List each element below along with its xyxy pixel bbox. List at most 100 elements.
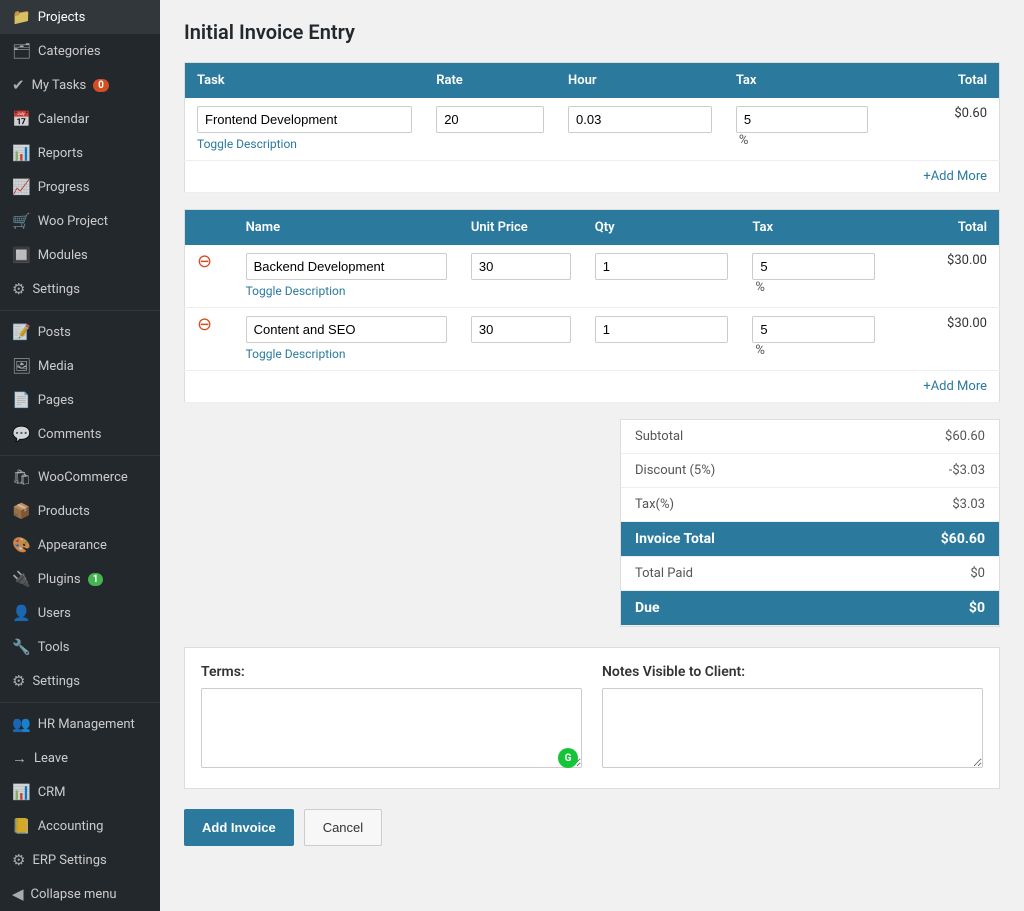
task-hour-input[interactable] <box>568 106 712 133</box>
task-tax-input[interactable] <box>736 106 868 133</box>
task-name-input[interactable] <box>197 106 412 133</box>
task-add-more-row: +Add More <box>185 161 1000 193</box>
product-name-input-2[interactable] <box>246 316 447 343</box>
sidebar-item-my-tasks[interactable]: ✔ My Tasks 0 <box>0 68 160 102</box>
qty-col-header: Qty <box>583 210 741 246</box>
sidebar-item-progress[interactable]: 📈 Progress <box>0 170 160 204</box>
sidebar-item-woo-project[interactable]: 🛒 Woo Project <box>0 204 160 238</box>
sidebar-item-label: Pages <box>38 393 74 408</box>
task-toggle-description[interactable]: Toggle Description <box>197 137 297 151</box>
notes-col: Notes Visible to Client: <box>602 664 983 772</box>
pages-icon: 📄 <box>12 391 31 409</box>
sidebar-item-label: Reports <box>38 146 83 161</box>
sidebar-item-categories[interactable]: 🗂 Categories <box>0 34 160 68</box>
sidebar-item-settings2[interactable]: ⚙ Settings <box>0 664 160 698</box>
calendar-icon: 📅 <box>12 110 31 128</box>
tools-icon: 🔧 <box>12 638 31 656</box>
appearance-icon: 🎨 <box>12 536 31 554</box>
task-tax-pct: % <box>739 133 749 148</box>
sidebar-item-plugins[interactable]: 🔌 Plugins 1 <box>0 562 160 596</box>
sidebar-item-projects[interactable]: 📁 Projects <box>0 0 160 34</box>
product-total-cell-2: $30.00 <box>887 308 1000 371</box>
product-qty-input-2[interactable] <box>595 316 729 343</box>
tax-col-header: Tax <box>724 63 880 99</box>
sidebar-item-appearance[interactable]: 🎨 Appearance <box>0 528 160 562</box>
task-name-cell: Toggle Description <box>185 98 425 161</box>
sidebar-item-calendar[interactable]: 📅 Calendar <box>0 102 160 136</box>
task-total-cell: $0.60 <box>880 98 1000 161</box>
comments-icon: 💬 <box>12 425 31 443</box>
task-table-header: Task Rate Hour Tax Total <box>185 63 1000 99</box>
sidebar-item-reports[interactable]: 📊 Reports <box>0 136 160 170</box>
total-col-header: Total <box>880 63 1000 99</box>
sidebar-item-collapse[interactable]: ◀ Collapse menu <box>0 877 160 911</box>
sidebar-item-label: Posts <box>38 325 71 340</box>
due-row: Due $0 <box>621 591 999 626</box>
cancel-button[interactable]: Cancel <box>304 809 382 846</box>
task-col-header: Task <box>185 63 425 99</box>
sidebar-item-label: Settings <box>32 674 79 689</box>
name-col-header: Name <box>234 210 459 246</box>
sidebar-item-settings[interactable]: ⚙ Settings <box>0 272 160 306</box>
progress-icon: 📈 <box>12 178 31 196</box>
product-toggle-desc-2[interactable]: Toggle Description <box>246 347 346 361</box>
page-title: Initial Invoice Entry <box>184 20 1000 44</box>
product-name-cell-2: Toggle Description <box>234 308 459 371</box>
notes-textarea[interactable] <box>602 688 983 768</box>
product-qty-input-1[interactable] <box>595 253 729 280</box>
product-name-input-1[interactable] <box>246 253 447 280</box>
sidebar-item-accounting[interactable]: 📒 Accounting <box>0 809 160 843</box>
sidebar-item-users[interactable]: 👤 Users <box>0 596 160 630</box>
sidebar-item-leave[interactable]: → Leave <box>0 741 160 775</box>
product-total-col-header: Total <box>887 210 1000 246</box>
product-table: Name Unit Price Qty Tax Total ⊖ Toggle D… <box>184 209 1000 403</box>
settings2-icon: ⚙ <box>12 672 25 690</box>
sidebar-item-modules[interactable]: 🔲 Modules <box>0 238 160 272</box>
product-unit-price-cell-2 <box>459 308 583 371</box>
sidebar-item-media[interactable]: 🖼 Media <box>0 349 160 383</box>
invoice-total-value: $60.60 <box>941 531 985 547</box>
media-icon: 🖼 <box>12 357 31 375</box>
product-unit-price-input-1[interactable] <box>471 253 571 280</box>
subtotal-value: $60.60 <box>945 429 985 444</box>
sidebar-item-label: Projects <box>38 10 86 25</box>
sidebar-item-crm[interactable]: 📊 CRM <box>0 775 160 809</box>
my-tasks-badge: 0 <box>93 79 109 92</box>
product-toggle-desc-1[interactable]: Toggle Description <box>246 284 346 298</box>
sidebar-item-products[interactable]: 📦 Products <box>0 494 160 528</box>
grammarly-icon: G <box>558 748 578 768</box>
product-add-more-link[interactable]: +Add More <box>923 379 987 394</box>
modules-icon: 🔲 <box>12 246 31 264</box>
task-rate-input[interactable] <box>436 106 544 133</box>
sidebar-divider <box>0 310 160 311</box>
product-remove-btn-1[interactable]: ⊖ <box>197 251 212 272</box>
sidebar-item-pages[interactable]: 📄 Pages <box>0 383 160 417</box>
total-paid-label: Total Paid <box>635 566 693 581</box>
product-unit-price-cell-1 <box>459 245 583 308</box>
reports-icon: 📊 <box>12 144 31 162</box>
categories-icon: 🗂 <box>12 42 31 60</box>
invoice-total-label: Invoice Total <box>635 531 715 547</box>
task-add-more-link[interactable]: +Add More <box>923 169 987 184</box>
subtotal-label: Subtotal <box>635 429 683 444</box>
plugins-icon: 🔌 <box>12 570 31 588</box>
sidebar-item-woocommerce[interactable]: 🛍 WooCommerce <box>0 460 160 494</box>
sidebar-item-tools[interactable]: 🔧 Tools <box>0 630 160 664</box>
sidebar-item-posts[interactable]: 📝 Posts <box>0 315 160 349</box>
product-tax-input-2[interactable] <box>752 316 874 343</box>
product-remove-btn-2[interactable]: ⊖ <box>197 314 212 335</box>
sidebar-item-label: ERP Settings <box>32 853 106 868</box>
product-tax-input-1[interactable] <box>752 253 874 280</box>
product-unit-price-input-2[interactable] <box>471 316 571 343</box>
product-tax-pct-1: % <box>755 280 765 295</box>
task-add-more-cell: +Add More <box>185 161 1000 193</box>
terms-textarea[interactable] <box>201 688 582 768</box>
sidebar-item-label: My Tasks <box>32 78 87 93</box>
sidebar-item-label: Comments <box>38 427 102 442</box>
sidebar-item-erp-settings[interactable]: ⚙ ERP Settings <box>0 843 160 877</box>
actions-bar: Add Invoice Cancel <box>184 809 1000 846</box>
sidebar-item-hr-management[interactable]: 👥 HR Management <box>0 707 160 741</box>
add-invoice-button[interactable]: Add Invoice <box>184 809 294 846</box>
product-add-more-cell: +Add More <box>185 371 1000 403</box>
sidebar-item-comments[interactable]: 💬 Comments <box>0 417 160 451</box>
